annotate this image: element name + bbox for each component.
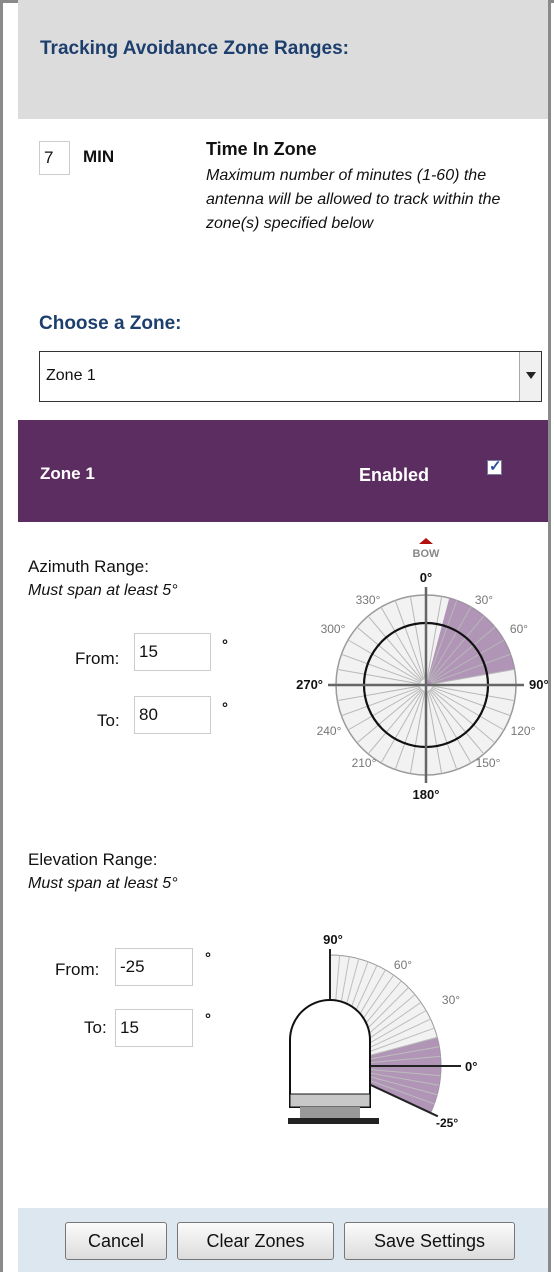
azimuth-tick-label: 270° bbox=[296, 677, 323, 692]
elevation-to-deg: ° bbox=[205, 1011, 211, 1028]
azimuth-tick-label: 120° bbox=[511, 724, 536, 738]
bow-arrow-icon bbox=[419, 538, 433, 544]
azimuth-diagram: BOW 0° 30° 60° 90° 120° 150° 180° 210° 240° 270° 30… bbox=[288, 538, 549, 1130]
azimuth-tick-label: 60° bbox=[510, 622, 528, 636]
elevation-tick-label: 90° bbox=[323, 932, 343, 947]
antenna-base-band bbox=[289, 1093, 371, 1108]
clear-zones-button[interactable]: Clear Zones bbox=[177, 1222, 334, 1260]
settings-panel: Tracking Avoidance Zone Ranges: 7 MIN Ti… bbox=[0, 0, 551, 1272]
azimuth-tick-label: 240° bbox=[317, 724, 342, 738]
elevation-from-deg: ° bbox=[205, 950, 211, 967]
antenna-mount-base bbox=[288, 1118, 379, 1124]
elevation-to-input[interactable]: 15 bbox=[115, 1009, 193, 1047]
elevation-hint: Must span at least 5° bbox=[28, 875, 178, 892]
azimuth-tick-label: 30° bbox=[475, 593, 493, 607]
elevation-from-input[interactable]: -25 bbox=[115, 948, 193, 986]
elevation-tick-label: 0° bbox=[465, 1059, 477, 1074]
azimuth-tick-label: 0° bbox=[420, 570, 432, 585]
azimuth-tick-label: 330° bbox=[356, 593, 381, 607]
elevation-to-label: To: bbox=[84, 1018, 107, 1037]
elevation-range-label: Elevation Range: bbox=[28, 850, 158, 869]
azimuth-tick-label: 150° bbox=[476, 756, 501, 770]
bow-label: BOW bbox=[413, 548, 441, 560]
azimuth-tick-label: 90° bbox=[529, 677, 549, 692]
elevation-tick-label: 30° bbox=[442, 993, 460, 1007]
azimuth-tick-label: 180° bbox=[413, 787, 440, 802]
antenna-pedestal bbox=[300, 1107, 360, 1118]
elevation-from-label: From: bbox=[55, 960, 100, 979]
azimuth-tick-label: 300° bbox=[321, 622, 346, 636]
antenna-radome-icon bbox=[289, 999, 371, 1108]
elevation-tick-label: -25° bbox=[436, 1116, 458, 1130]
cancel-button[interactable]: Cancel bbox=[65, 1222, 167, 1260]
save-settings-button[interactable]: Save Settings bbox=[344, 1222, 515, 1260]
azimuth-tick-label: 210° bbox=[352, 756, 377, 770]
elevation-tick-label: 60° bbox=[394, 958, 412, 972]
